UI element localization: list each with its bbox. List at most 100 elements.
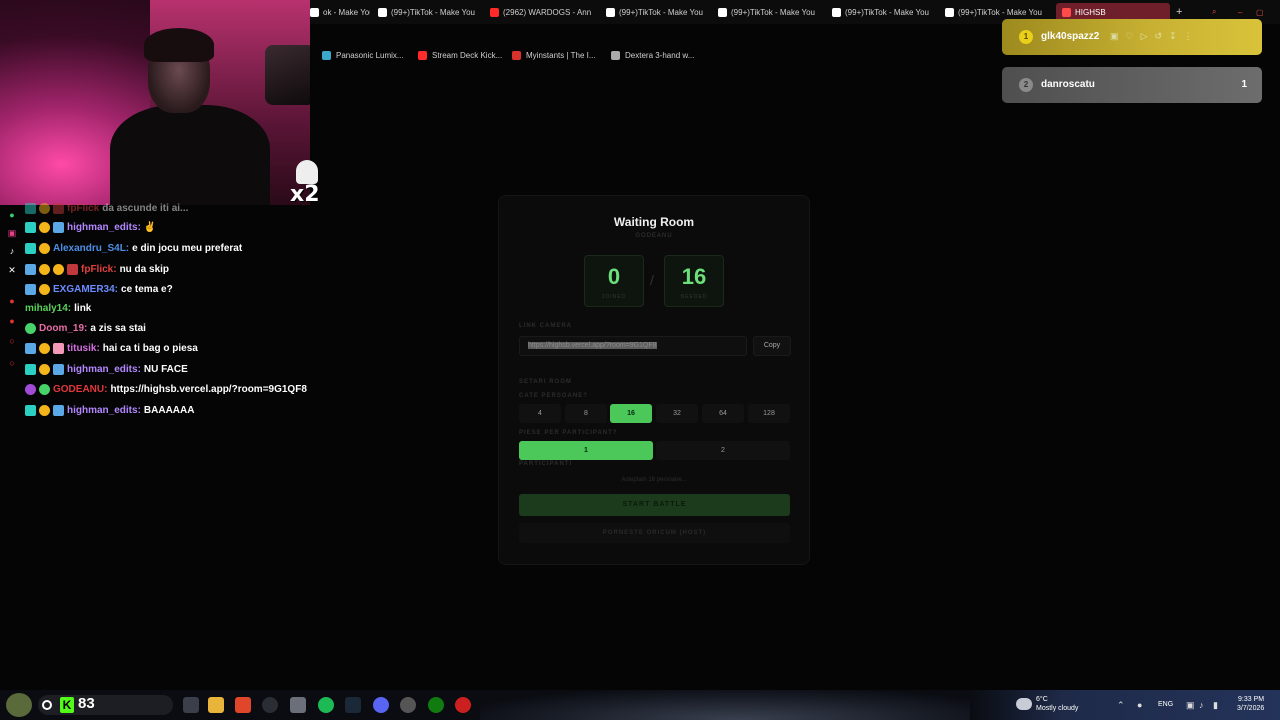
settings-section-label: SETARI ROOM xyxy=(519,379,572,385)
spotify-icon[interactable] xyxy=(318,697,334,713)
chat-badge-icon xyxy=(25,202,36,214)
bookmark-item[interactable]: Dextera 3-hand w... xyxy=(611,51,694,60)
persons-option-button[interactable]: 16 xyxy=(610,404,652,423)
needed-label: NEEDED xyxy=(680,294,708,300)
participants-label: PARTICIPANTI xyxy=(519,461,573,467)
chat-text: https://highsb.vercel.app/?room=9G1QF8 xyxy=(110,383,307,395)
weather-temperature[interactable]: 6°C xyxy=(1036,696,1048,703)
brave-browser-icon[interactable] xyxy=(235,697,251,713)
xbox-icon[interactable] xyxy=(428,697,444,713)
x-icon: ✕ xyxy=(8,265,16,275)
room-link-text[interactable]: https://highsb.vercel.app/?room=9G1QF8 xyxy=(528,342,657,349)
bookmarks-bar: Panasonic Lumix... Stream Deck Kick... Myi… xyxy=(310,48,1000,66)
clock-date[interactable]: 3/7/2026 xyxy=(1237,705,1264,712)
settings-icon[interactable] xyxy=(400,697,416,713)
chat-badge-icon xyxy=(53,202,64,214)
tiktok-icon xyxy=(945,7,954,17)
weather-description[interactable]: Mostly cloudy xyxy=(1036,705,1078,712)
browser-tab[interactable]: (99+)TikTok - Make You xyxy=(378,3,483,21)
microphone-icon[interactable]: ● xyxy=(1137,700,1142,710)
steam-icon[interactable] xyxy=(345,697,361,713)
battery-icon[interactable]: ▮ xyxy=(1213,700,1218,711)
waiting-room-card: Waiting Room GODEANU 0 JOINED / 16 NEEDE… xyxy=(498,195,810,565)
chat-username: highman_edits: xyxy=(67,221,141,233)
tab-label: (99+)TikTok - Make You xyxy=(619,7,703,17)
weather-icon xyxy=(1016,698,1032,710)
taskbar-search[interactable] xyxy=(38,695,173,715)
menu-icon[interactable]: ⋮ xyxy=(1184,31,1193,42)
bookmark-icon xyxy=(418,51,427,60)
browser-tab[interactable]: ok - Make You xyxy=(310,3,370,21)
chat-badge-icon xyxy=(25,383,36,395)
songs-option-button[interactable]: 2 xyxy=(656,441,790,460)
persons-option-button[interactable]: 32 xyxy=(656,404,698,423)
play-icon[interactable]: ▷ xyxy=(1141,31,1148,42)
tab-label: (2962) WARDOGS - Ann xyxy=(503,7,592,17)
chat-badge-icon xyxy=(39,202,50,214)
persons-option-button[interactable]: 64 xyxy=(702,404,744,423)
persons-option-button[interactable]: 8 xyxy=(565,404,607,423)
copy-link-button[interactable]: Copy xyxy=(753,336,791,356)
obs-icon[interactable] xyxy=(262,697,278,713)
taskbar-background-art xyxy=(480,690,1000,720)
discord-icon[interactable] xyxy=(373,697,389,713)
tab-label: (99+)TikTok - Make You xyxy=(391,7,475,17)
chat-text: e din jocu meu preferat xyxy=(132,242,243,254)
chat-message: fpFlick: nu da skip xyxy=(25,261,169,277)
kick-icon: ● xyxy=(9,316,15,326)
browser-tab[interactable]: (99+)TikTok - Make You xyxy=(718,3,823,21)
persons-option-button[interactable]: 4 xyxy=(519,404,561,423)
file-explorer-icon[interactable] xyxy=(208,697,224,713)
counter-separator: / xyxy=(650,272,654,288)
language-indicator[interactable]: ENG xyxy=(1158,701,1173,708)
download-icon[interactable]: ↧ xyxy=(1169,31,1177,42)
heart-icon[interactable]: ♡ xyxy=(1126,31,1134,42)
chat-badge-icon xyxy=(25,283,36,295)
force-start-button[interactable]: PORNESTE ORICUM (HOST) xyxy=(519,523,790,543)
chat-message: highman_edits: BAAAAAA xyxy=(25,402,194,418)
joined-label: JOINED xyxy=(601,294,627,300)
browser-tab[interactable]: (99+)TikTok - Make You xyxy=(606,3,710,21)
chat-badge-icon xyxy=(39,221,50,233)
kick-viewer-count: 83 xyxy=(78,695,95,712)
chat-message: Alexandru_S4L: e din jocu meu preferat xyxy=(25,240,242,256)
browser-tab[interactable]: (99+)TikTok - Make You xyxy=(832,3,936,21)
link-section-label: LINK CAMERA xyxy=(519,323,572,329)
chat-badge-icon xyxy=(39,404,50,416)
browser-tab[interactable]: (2962) WARDOGS - Ann xyxy=(490,3,598,21)
tray-chevron-icon[interactable]: ⌃ xyxy=(1117,700,1125,711)
chat-badge-icon xyxy=(25,342,36,354)
share-icon[interactable]: ↺ xyxy=(1155,31,1163,42)
bookmark-item[interactable]: Stream Deck Kick... xyxy=(418,51,502,60)
tiktok-icon xyxy=(718,7,727,17)
chat-username: Doom_19: xyxy=(39,322,88,334)
instagram-icon: ○ xyxy=(9,336,15,346)
chat-username: fpFlick xyxy=(67,202,100,214)
chat-text: nu da skip xyxy=(119,263,170,275)
calculator-icon[interactable] xyxy=(290,697,306,713)
extension-icons: ▣ ♡ ▷ ↺ ↧ ⋮ xyxy=(1110,31,1193,42)
chat-text: NU FACE xyxy=(143,363,188,375)
persons-option-button[interactable]: 128 xyxy=(748,404,790,423)
room-link-field[interactable]: https://highsb.vercel.app/?room=9G1QF8 xyxy=(519,336,747,356)
tiktok-icon xyxy=(310,7,319,17)
network-icon[interactable]: ▣ xyxy=(1186,700,1195,711)
bookmark-label: Myinstants | The I... xyxy=(526,51,596,60)
youtube-icon xyxy=(490,7,499,17)
clock-time[interactable]: 9:33 PM xyxy=(1238,696,1264,703)
search-icon xyxy=(42,700,52,710)
instagram-icon: ▣ xyxy=(7,228,17,238)
volume-icon[interactable]: ♪ xyxy=(1199,700,1204,710)
bookmark-item[interactable]: Myinstants | The I... xyxy=(512,51,596,60)
chat-badge-icon xyxy=(25,363,36,375)
chat-badge-icon xyxy=(53,404,64,416)
task-view-icon[interactable] xyxy=(183,697,199,713)
songs-option-button[interactable]: 1 xyxy=(519,441,653,460)
bookmark-item[interactable]: Panasonic Lumix... xyxy=(322,51,404,60)
screenshot-icon[interactable]: ▣ xyxy=(1110,31,1119,42)
opera-icon[interactable] xyxy=(455,697,471,713)
bookmark-icon xyxy=(611,51,620,60)
start-battle-button[interactable]: START BATTLE xyxy=(519,494,790,516)
start-avatar-icon[interactable] xyxy=(6,693,32,717)
rank-badge: 2 xyxy=(1019,78,1033,92)
